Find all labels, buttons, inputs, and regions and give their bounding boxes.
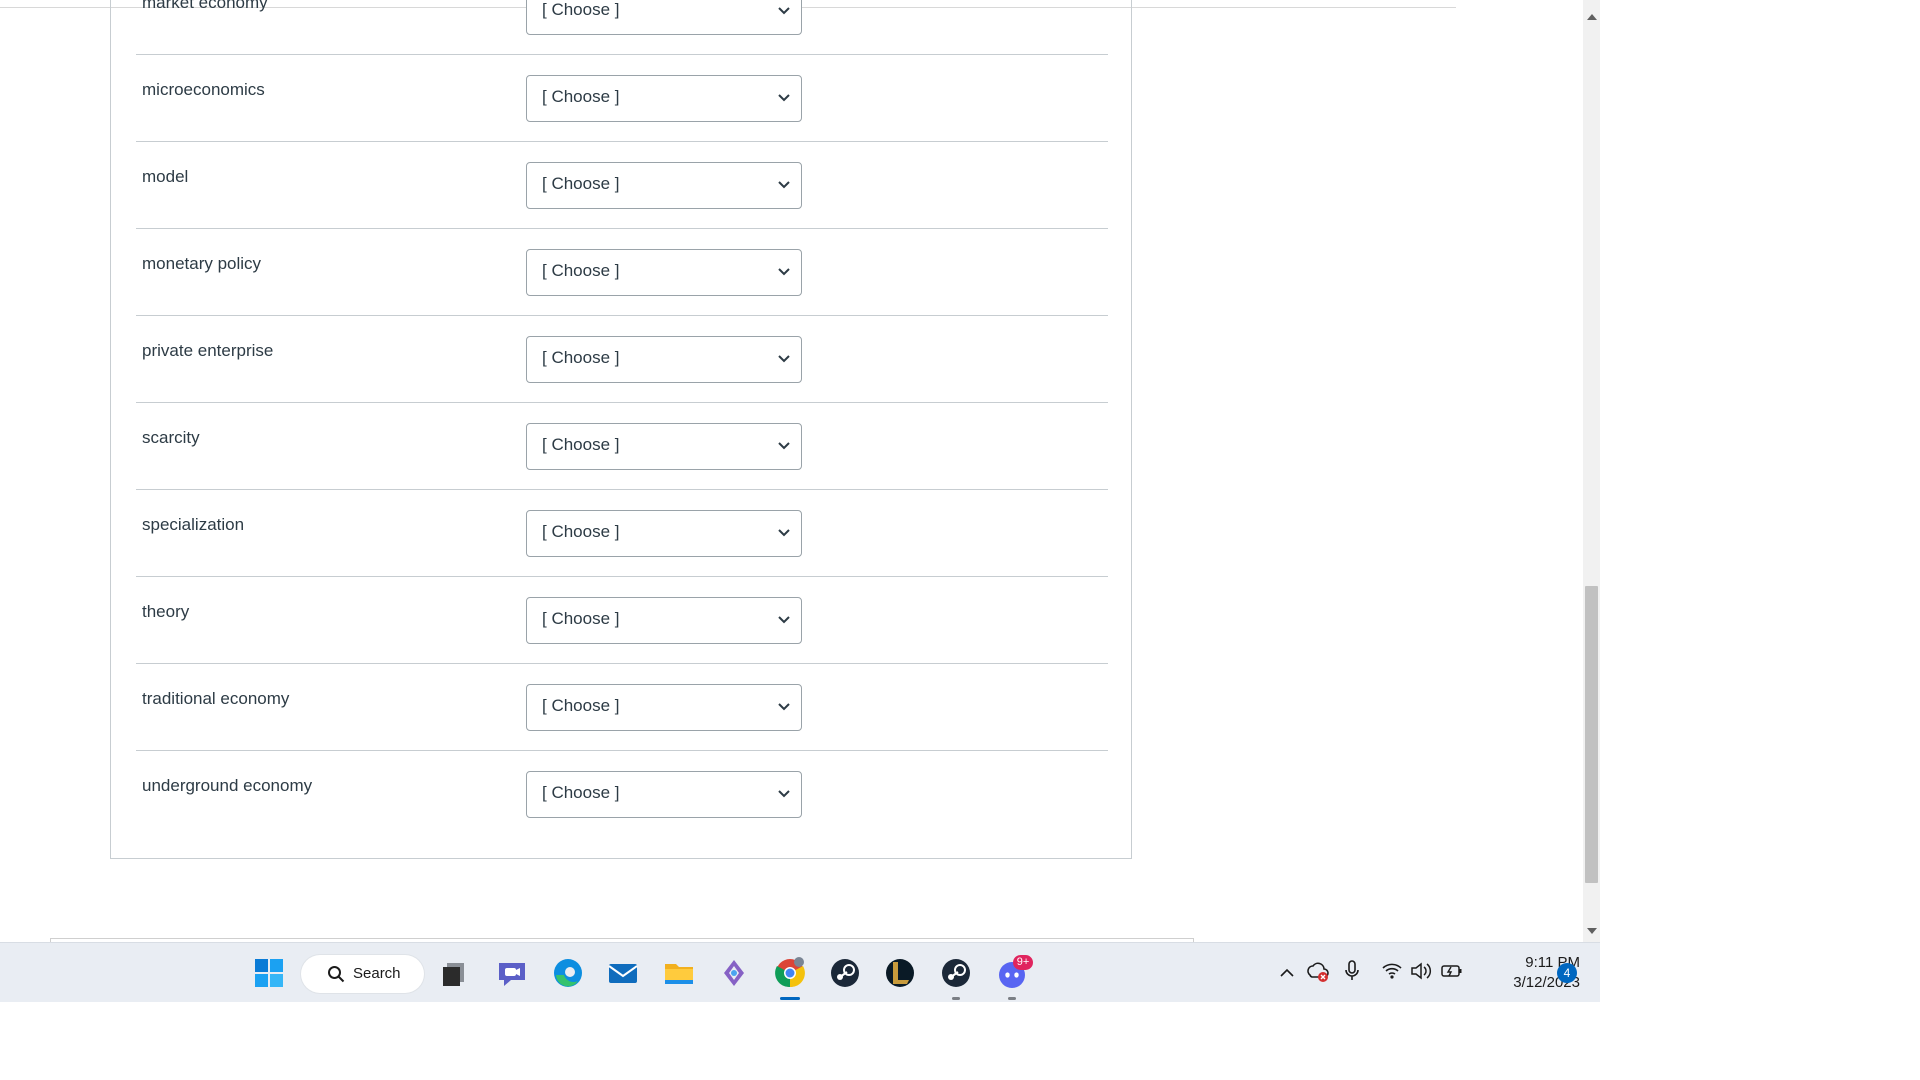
chevron-down-icon — [778, 268, 790, 276]
search-label: Search — [353, 965, 401, 982]
select-value: [ Choose ] — [542, 0, 620, 19]
chrome-icon[interactable] — [772, 955, 808, 991]
taskbar-search-button[interactable]: Search — [301, 955, 424, 993]
browser-viewport: market economy [ Choose ] microeconomics… — [0, 0, 1600, 942]
select-value: [ Choose ] — [542, 348, 620, 367]
match-row: private enterprise [ Choose ] — [136, 317, 1108, 403]
vertical-scrollbar[interactable] — [1583, 0, 1600, 942]
match-answer-select[interactable]: [ Choose ] — [526, 423, 802, 470]
match-answer-select[interactable]: [ Choose ] — [526, 336, 802, 383]
chevron-down-icon — [778, 94, 790, 102]
chevron-down-icon — [778, 529, 790, 537]
scroll-up-arrow-icon[interactable] — [1587, 14, 1597, 20]
steam-icon[interactable] — [827, 955, 863, 991]
chevron-down-icon — [778, 355, 790, 363]
match-term-label: microeconomics — [142, 80, 265, 99]
select-value: [ Choose ] — [542, 261, 620, 280]
match-term-label: market economy — [142, 0, 268, 12]
chevron-up-icon[interactable] — [1279, 965, 1295, 981]
match-row: model [ Choose ] — [136, 143, 1108, 229]
match-row: market economy [ Choose ] — [136, 0, 1108, 55]
running-app-indicator — [952, 997, 960, 1000]
active-app-indicator — [780, 997, 800, 1000]
match-answer-select[interactable]: [ Choose ] — [526, 0, 802, 35]
match-answer-select[interactable]: [ Choose ] — [526, 771, 802, 818]
match-answer-select[interactable]: [ Choose ] — [526, 597, 802, 644]
match-term-label: traditional economy — [142, 689, 290, 708]
match-row: scarcity [ Choose ] — [136, 404, 1108, 490]
match-row: specialization [ Choose ] — [136, 491, 1108, 577]
match-term-label: monetary policy — [142, 254, 262, 273]
chevron-down-icon — [778, 442, 790, 450]
match-term-label: scarcity — [142, 428, 200, 447]
chevron-down-icon — [778, 181, 790, 189]
match-answer-select[interactable]: [ Choose ] — [526, 249, 802, 296]
chevron-down-icon — [778, 7, 790, 15]
windows-start-icon[interactable] — [251, 955, 287, 991]
matching-question-panel: market economy [ Choose ] microeconomics… — [110, 0, 1132, 859]
edge-icon[interactable] — [550, 955, 586, 991]
match-term-label: underground economy — [142, 776, 313, 795]
select-value: [ Choose ] — [542, 522, 620, 541]
select-value: [ Choose ] — [542, 435, 620, 454]
search-icon — [328, 966, 345, 983]
microphone-icon[interactable] — [1343, 959, 1361, 983]
select-value: [ Choose ] — [542, 696, 620, 715]
select-value: [ Choose ] — [542, 609, 620, 628]
wifi-icon[interactable] — [1381, 961, 1403, 981]
teams-chat-icon[interactable] — [494, 955, 530, 991]
chevron-down-icon — [778, 616, 790, 624]
chevron-down-icon — [778, 703, 790, 711]
match-row: monetary policy [ Choose ] — [136, 230, 1108, 316]
onedrive-error-icon[interactable] — [1306, 961, 1330, 983]
chevron-down-icon — [778, 790, 790, 798]
mail-icon[interactable] — [605, 955, 641, 991]
volume-icon[interactable] — [1410, 961, 1432, 981]
select-value: [ Choose ] — [542, 87, 620, 106]
match-term-label: model — [142, 167, 189, 186]
discord-badge: 9+ — [1013, 955, 1033, 970]
scroll-down-arrow-icon[interactable] — [1587, 928, 1597, 934]
match-answer-select[interactable]: [ Choose ] — [526, 75, 802, 122]
select-value: [ Choose ] — [542, 783, 620, 802]
steam-icon[interactable] — [938, 955, 974, 991]
match-row: traditional economy [ Choose ] — [136, 665, 1108, 751]
match-answer-select[interactable]: [ Choose ] — [526, 510, 802, 557]
match-term-label: specialization — [142, 515, 245, 534]
scrollbar-thumb[interactable] — [1585, 586, 1598, 883]
match-row: theory [ Choose ] — [136, 578, 1108, 664]
match-answer-select[interactable]: [ Choose ] — [526, 162, 802, 209]
windows-taskbar: Search 9+ 9:11 PM 3/12/2023 4 — [0, 942, 1600, 1002]
match-answer-select[interactable]: [ Choose ] — [526, 684, 802, 731]
match-term-label: theory — [142, 602, 190, 621]
copilot-icon[interactable] — [716, 955, 752, 991]
running-app-indicator — [1008, 997, 1016, 1000]
league-of-legends-icon[interactable] — [882, 955, 918, 991]
select-value: [ Choose ] — [542, 174, 620, 193]
notification-count-badge[interactable]: 4 — [1557, 963, 1577, 983]
battery-charging-icon[interactable] — [1440, 961, 1464, 981]
match-term-label: private enterprise — [142, 341, 274, 360]
blank-area — [0, 1002, 1920, 1080]
match-row: underground economy [ Choose ] — [136, 752, 1108, 838]
match-row: microeconomics [ Choose ] — [136, 56, 1108, 142]
file-explorer-icon[interactable] — [661, 955, 697, 991]
task-view-icon[interactable] — [437, 955, 473, 991]
